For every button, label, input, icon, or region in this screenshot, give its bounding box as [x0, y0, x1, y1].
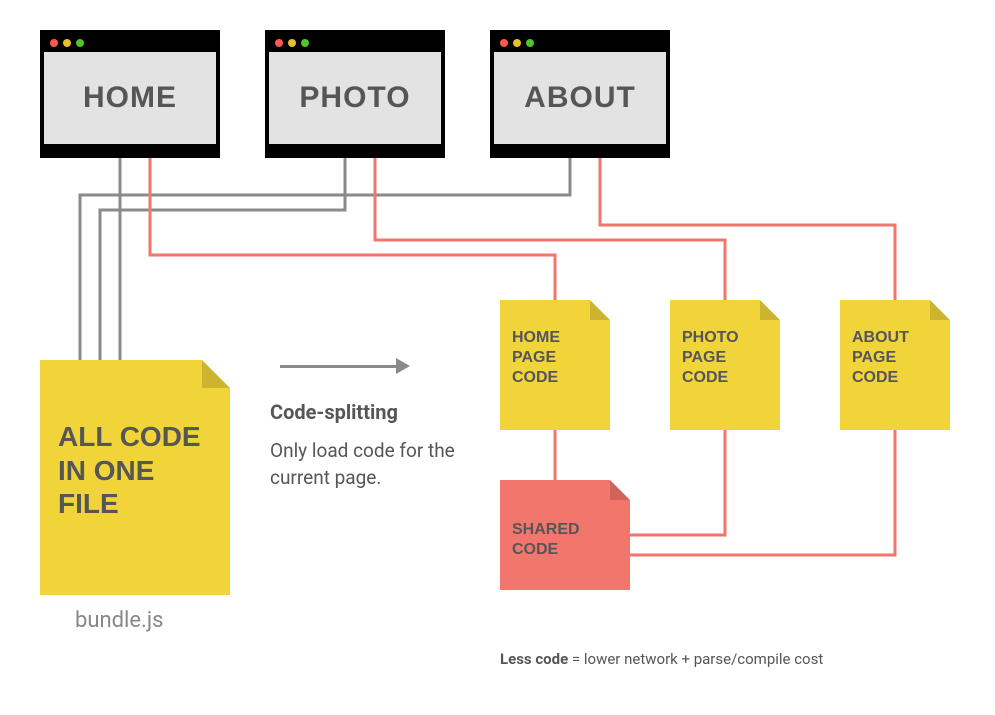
arrow-right-icon: [280, 356, 410, 376]
file-label: HOME PAGE CODE: [512, 328, 598, 388]
footerbar: [269, 144, 441, 154]
footnote: Less code = lower network + parse/compil…: [500, 650, 823, 668]
maximize-icon: [301, 39, 309, 47]
close-icon: [275, 39, 283, 47]
folded-corner-icon: [930, 300, 950, 320]
footnote-bold: Less code: [500, 650, 568, 668]
file-label: ALL CODE IN ONE FILE: [58, 420, 212, 521]
folded-corner-icon: [610, 480, 630, 500]
footnote-rest: = lower network + parse/compile cost: [568, 650, 823, 668]
explanation-heading: Code-splitting: [270, 400, 480, 424]
folded-corner-icon: [202, 360, 230, 388]
footerbar: [44, 144, 216, 154]
maximize-icon: [526, 39, 534, 47]
diagram-canvas: { "browsers": { "home": { "label": "HOME…: [0, 0, 995, 715]
minimize-icon: [288, 39, 296, 47]
file-chunk-shared: SHARED CODE: [500, 480, 630, 590]
titlebar: [269, 34, 441, 52]
file-chunk-photo: PHOTO PAGE CODE: [670, 300, 780, 430]
page-label: PHOTO: [269, 52, 441, 144]
minimize-icon: [63, 39, 71, 47]
page-label: HOME: [44, 52, 216, 144]
file-label: ABOUT PAGE CODE: [852, 328, 938, 388]
bundle-filename-caption: bundle.js: [75, 608, 163, 633]
titlebar: [494, 34, 666, 52]
maximize-icon: [76, 39, 84, 47]
close-icon: [500, 39, 508, 47]
explanation-block: Code-splitting Only load code for the cu…: [270, 400, 480, 491]
browser-window-home: HOME: [40, 30, 220, 158]
file-chunk-about: ABOUT PAGE CODE: [840, 300, 950, 430]
file-bundle-all: ALL CODE IN ONE FILE: [40, 360, 230, 595]
browser-window-about: ABOUT: [490, 30, 670, 158]
file-label: SHARED CODE: [512, 520, 618, 560]
folded-corner-icon: [590, 300, 610, 320]
browser-window-photo: PHOTO: [265, 30, 445, 158]
titlebar: [44, 34, 216, 52]
file-label: PHOTO PAGE CODE: [682, 328, 768, 388]
minimize-icon: [513, 39, 521, 47]
file-chunk-home: HOME PAGE CODE: [500, 300, 610, 430]
page-label: ABOUT: [494, 52, 666, 144]
folded-corner-icon: [760, 300, 780, 320]
explanation-body: Only load code for the current page.: [270, 438, 480, 491]
footerbar: [494, 144, 666, 154]
close-icon: [50, 39, 58, 47]
